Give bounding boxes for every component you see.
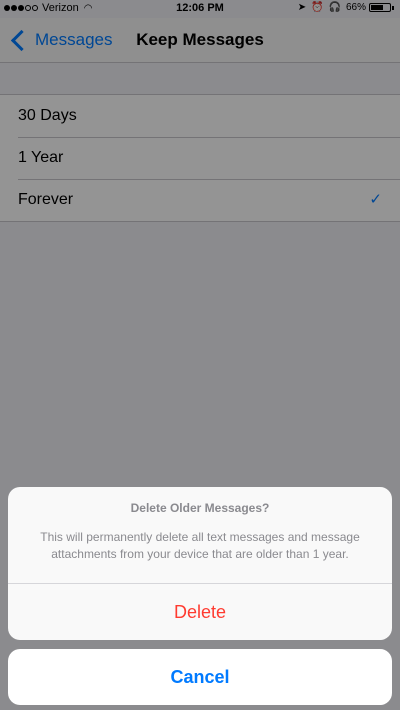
action-sheet-title: Delete Older Messages?: [130, 501, 270, 515]
screen: Verizon ◠ 12:06 PM ➤ ⏰ 🎧 66% Messages Ke…: [0, 0, 400, 710]
action-sheet-message: This will permanently delete all text me…: [40, 530, 360, 561]
delete-button[interactable]: Delete: [8, 584, 392, 640]
action-sheet: Delete Older Messages? This will permane…: [8, 487, 392, 640]
cancel-button[interactable]: Cancel: [8, 649, 392, 705]
action-sheet-header: Delete Older Messages? This will permane…: [8, 487, 392, 584]
